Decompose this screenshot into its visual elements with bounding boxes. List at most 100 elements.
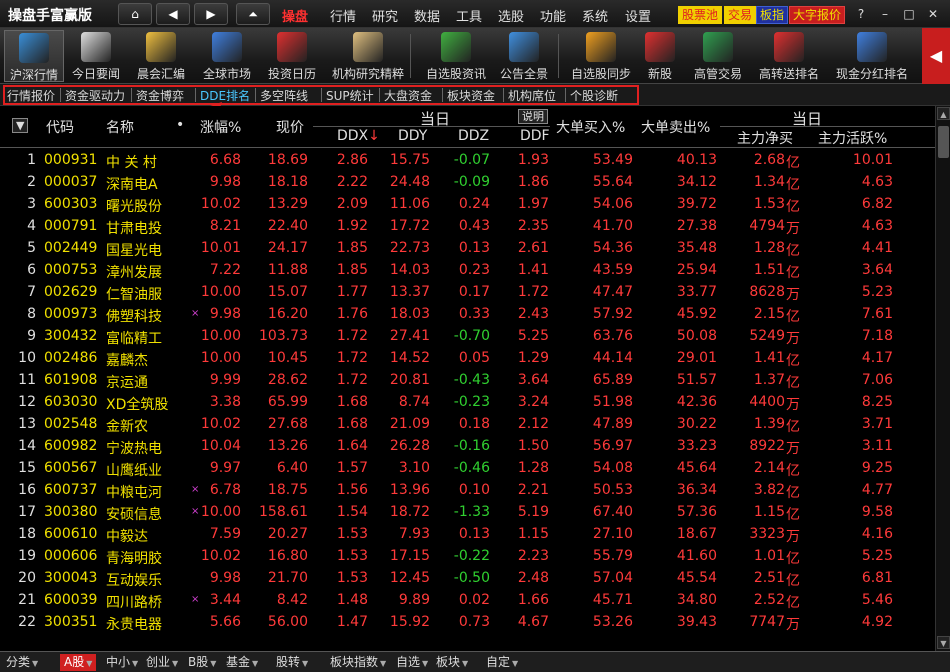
bottom-tab-5[interactable]: 基金 ▼ bbox=[222, 654, 262, 671]
toolbar-button-7[interactable]: 公告全景 bbox=[494, 30, 554, 82]
toolbar-button-8[interactable]: 自选股同步 bbox=[566, 30, 636, 82]
table-row[interactable]: 8 000973 佛塑科技 × 9.98 16.20 1.76 18.03 0.33 2.43 57… bbox=[0, 303, 935, 325]
column-menu-icon[interactable]: ▼ bbox=[12, 118, 29, 133]
table-row[interactable]: 2 000037 深南电A 9.98 18.18 2.22 24.48 -0.09 1.86 55… bbox=[0, 171, 935, 193]
col-big-sell[interactable]: 大单卖出% bbox=[641, 117, 710, 137]
table-row[interactable]: 22 300351 永贵电器 5.66 56.00 1.47 15.92 0.73 4.67 53… bbox=[0, 611, 935, 633]
bottom-tab-9[interactable]: 板块 ▼ bbox=[432, 654, 472, 671]
big-quote-button[interactable]: 大字报价 bbox=[789, 6, 846, 24]
col-name[interactable]: 名称 bbox=[106, 117, 134, 137]
bottom-tab-10[interactable]: 自定 ▼ bbox=[482, 654, 522, 671]
bottom-tab-6[interactable]: 股转 ▼ bbox=[272, 654, 312, 671]
bottom-tab-label: 分类 bbox=[6, 655, 31, 669]
toolbar-button-6[interactable]: 自选股资讯 bbox=[418, 30, 494, 82]
toolbar-button-4[interactable]: 投资日历 bbox=[262, 30, 322, 82]
bottom-tab-8[interactable]: 自选 ▼ bbox=[392, 654, 432, 671]
table-row[interactable]: 9 300432 富临精工 10.00 103.73 1.72 27.41 -0.70 5.25… bbox=[0, 325, 935, 347]
subtab-7[interactable]: 板块资金 bbox=[447, 87, 495, 104]
back-button[interactable]: ◀ bbox=[156, 3, 190, 25]
table-row[interactable]: 7 002629 仁智油服 10.00 15.07 1.77 13.37 0.17 1.72 47… bbox=[0, 281, 935, 303]
trade-button[interactable]: 交易 bbox=[724, 6, 757, 24]
col-ddx[interactable]: DDX↓ bbox=[337, 128, 380, 144]
bottom-tab-3[interactable]: 创业 ▼ bbox=[142, 654, 182, 671]
table-row[interactable]: 12 603030 XD全筑股 3.38 65.99 1.68 8.74 -0.23 3.24 5… bbox=[0, 391, 935, 413]
bottom-tab-7[interactable]: 板块指数 ▼ bbox=[326, 654, 390, 671]
col-code[interactable]: 代码 bbox=[46, 117, 74, 137]
table-row[interactable]: 4 000791 甘肃电投 8.21 22.40 1.92 17.72 0.43 2.35 41.… bbox=[0, 215, 935, 237]
bottom-tab-1[interactable]: A股 ▼ bbox=[60, 654, 97, 671]
col-ddz[interactable]: DDZ bbox=[458, 128, 489, 144]
menu-item-7[interactable]: 系统 bbox=[582, 6, 608, 25]
toolbar-button-3[interactable]: 全球市场 bbox=[196, 30, 258, 82]
table-row[interactable]: 1 000931 中 关 村 6.68 18.69 2.86 15.75 -0.07 1.93 5… bbox=[0, 149, 935, 171]
subtab-9[interactable]: 个股诊断 bbox=[570, 87, 618, 104]
menu-item-2[interactable]: 研究 bbox=[372, 6, 398, 25]
table-row[interactable]: 14 600982 宁波热电 10.04 13.26 1.64 26.28 -0.16 1.50… bbox=[0, 435, 935, 457]
help-icon[interactable]: ? bbox=[852, 5, 870, 23]
table-row[interactable]: 18 600610 中毅达 7.59 20.27 1.53 7.93 0.13 1.15 27.1… bbox=[0, 523, 935, 545]
home-button[interactable]: ⌂ bbox=[118, 3, 152, 25]
scroll-thumb[interactable] bbox=[938, 126, 949, 158]
menu-item-6[interactable]: 功能 bbox=[540, 6, 566, 25]
col-ddy[interactable]: DDY bbox=[398, 128, 427, 144]
stock-pool-button[interactable]: 股票池 bbox=[678, 6, 723, 24]
subtab-8[interactable]: 机构席位 bbox=[508, 87, 556, 104]
table-row[interactable]: 15 600567 山鹰纸业 9.97 6.40 1.57 3.10 -0.46 1.28 54.… bbox=[0, 457, 935, 479]
subtab-6[interactable]: 大盘资金 bbox=[384, 87, 432, 104]
menu-item-4[interactable]: 工具 bbox=[456, 6, 482, 25]
toolbar-button-1[interactable]: 今日要闻 bbox=[66, 30, 126, 82]
scroll-up-icon[interactable]: ▲ bbox=[937, 107, 950, 120]
table-row[interactable]: 10 002486 嘉麟杰 10.00 10.45 1.72 14.52 0.05 1.29 44… bbox=[0, 347, 935, 369]
col-net-main[interactable]: 主力净买 bbox=[737, 128, 793, 148]
maximize-icon[interactable]: □ bbox=[900, 5, 918, 23]
toolbar-label: 今日要闻 bbox=[71, 67, 120, 81]
menu-item-8[interactable]: 设置 bbox=[625, 6, 651, 25]
forward-button[interactable]: ▶ bbox=[194, 3, 228, 25]
toolbar-button-10[interactable]: 高管交易 bbox=[690, 30, 746, 82]
col-change[interactable]: 涨幅% bbox=[200, 117, 241, 137]
table-row[interactable]: 17 300380 安硕信息 × 10.00 158.61 1.54 18.72 -1.33 5.… bbox=[0, 501, 935, 523]
menu-item-3[interactable]: 数据 bbox=[414, 6, 440, 25]
minimize-icon[interactable]: – bbox=[876, 5, 894, 23]
cell-chg: 9.99 bbox=[209, 372, 241, 388]
col-main-active[interactable]: 主力活跃% bbox=[818, 128, 887, 148]
col-ddf[interactable]: DDF bbox=[520, 128, 550, 144]
cell-buy: 57.04 bbox=[592, 570, 633, 586]
toolbar-button-11[interactable]: 高转送排名 bbox=[752, 30, 826, 82]
close-icon[interactable]: ✕ bbox=[924, 5, 942, 23]
table-row[interactable]: 3 600303 曙光股份 10.02 13.29 2.09 11.06 0.24 1.97 54… bbox=[0, 193, 935, 215]
subtab-4[interactable]: 多空阵线 bbox=[260, 87, 308, 104]
subtab-5[interactable]: SUP统计 bbox=[326, 87, 374, 104]
bottom-tab-0[interactable]: 分类 ▼ bbox=[2, 654, 42, 671]
toolbar-button-0[interactable]: 沪深行情 bbox=[4, 30, 64, 82]
bottom-tab-2[interactable]: 中小 ▼ bbox=[102, 654, 142, 671]
subtab-0[interactable]: 行情报价 bbox=[7, 87, 55, 104]
table-row[interactable]: 21 600039 四川路桥 × 3.44 8.42 1.48 9.89 0.02 1.66 45.… bbox=[0, 589, 935, 611]
toolbar-button-12[interactable]: 现金分红排名 bbox=[830, 30, 914, 82]
col-big-buy[interactable]: 大单买入% bbox=[556, 117, 625, 137]
subtab-1[interactable]: 资金驱动力 bbox=[65, 87, 125, 104]
table-row[interactable]: 16 600737 中粮屯河 × 6.78 18.75 1.56 13.96 0.10 2.21 5… bbox=[0, 479, 935, 501]
toolbar-button-9[interactable]: 新股 bbox=[638, 30, 682, 82]
col-price[interactable]: 现价 bbox=[276, 117, 304, 137]
scroll-down-icon[interactable]: ▼ bbox=[937, 636, 950, 649]
market-chart-icon bbox=[19, 33, 49, 63]
table-row[interactable]: 5 002449 国星光电 10.01 24.17 1.85 22.73 0.13 2.61 54… bbox=[0, 237, 935, 259]
explain-button[interactable]: 说明 bbox=[518, 109, 548, 124]
toolbar-button-2[interactable]: 晨会汇编 bbox=[130, 30, 192, 82]
toolbar-button-5[interactable]: 机构研究精粹 bbox=[326, 30, 410, 82]
menu-item-0[interactable]: 操盘 bbox=[282, 6, 308, 25]
top-button[interactable]: ⏶ bbox=[236, 3, 270, 25]
collapse-arrow-icon[interactable]: ◀ bbox=[922, 28, 950, 84]
bottom-tab-4[interactable]: B股 ▼ bbox=[184, 654, 220, 671]
table-row[interactable]: 19 000606 青海明胶 10.02 16.80 1.53 17.15 -0.22 2.23… bbox=[0, 545, 935, 567]
menu-item-1[interactable]: 行情 bbox=[330, 6, 356, 25]
table-row[interactable]: 20 300043 互动娱乐 9.98 21.70 1.53 12.45 -0.50 2.48 5… bbox=[0, 567, 935, 589]
table-row[interactable]: 13 002548 金新农 10.02 27.68 1.68 21.09 0.18 2.12 47… bbox=[0, 413, 935, 435]
globe-icon bbox=[212, 32, 242, 62]
table-row[interactable]: 6 000753 漳州发展 7.22 11.88 1.85 14.03 0.23 1.41 43.… bbox=[0, 259, 935, 281]
menu-item-5[interactable]: 选股 bbox=[498, 6, 524, 25]
index-button[interactable]: 板指 bbox=[756, 6, 789, 24]
scrollbar[interactable]: ▲ ▼ bbox=[935, 106, 950, 651]
table-row[interactable]: 11 601908 京运通 9.99 28.62 1.72 20.81 -0.43 3.64 65… bbox=[0, 369, 935, 391]
